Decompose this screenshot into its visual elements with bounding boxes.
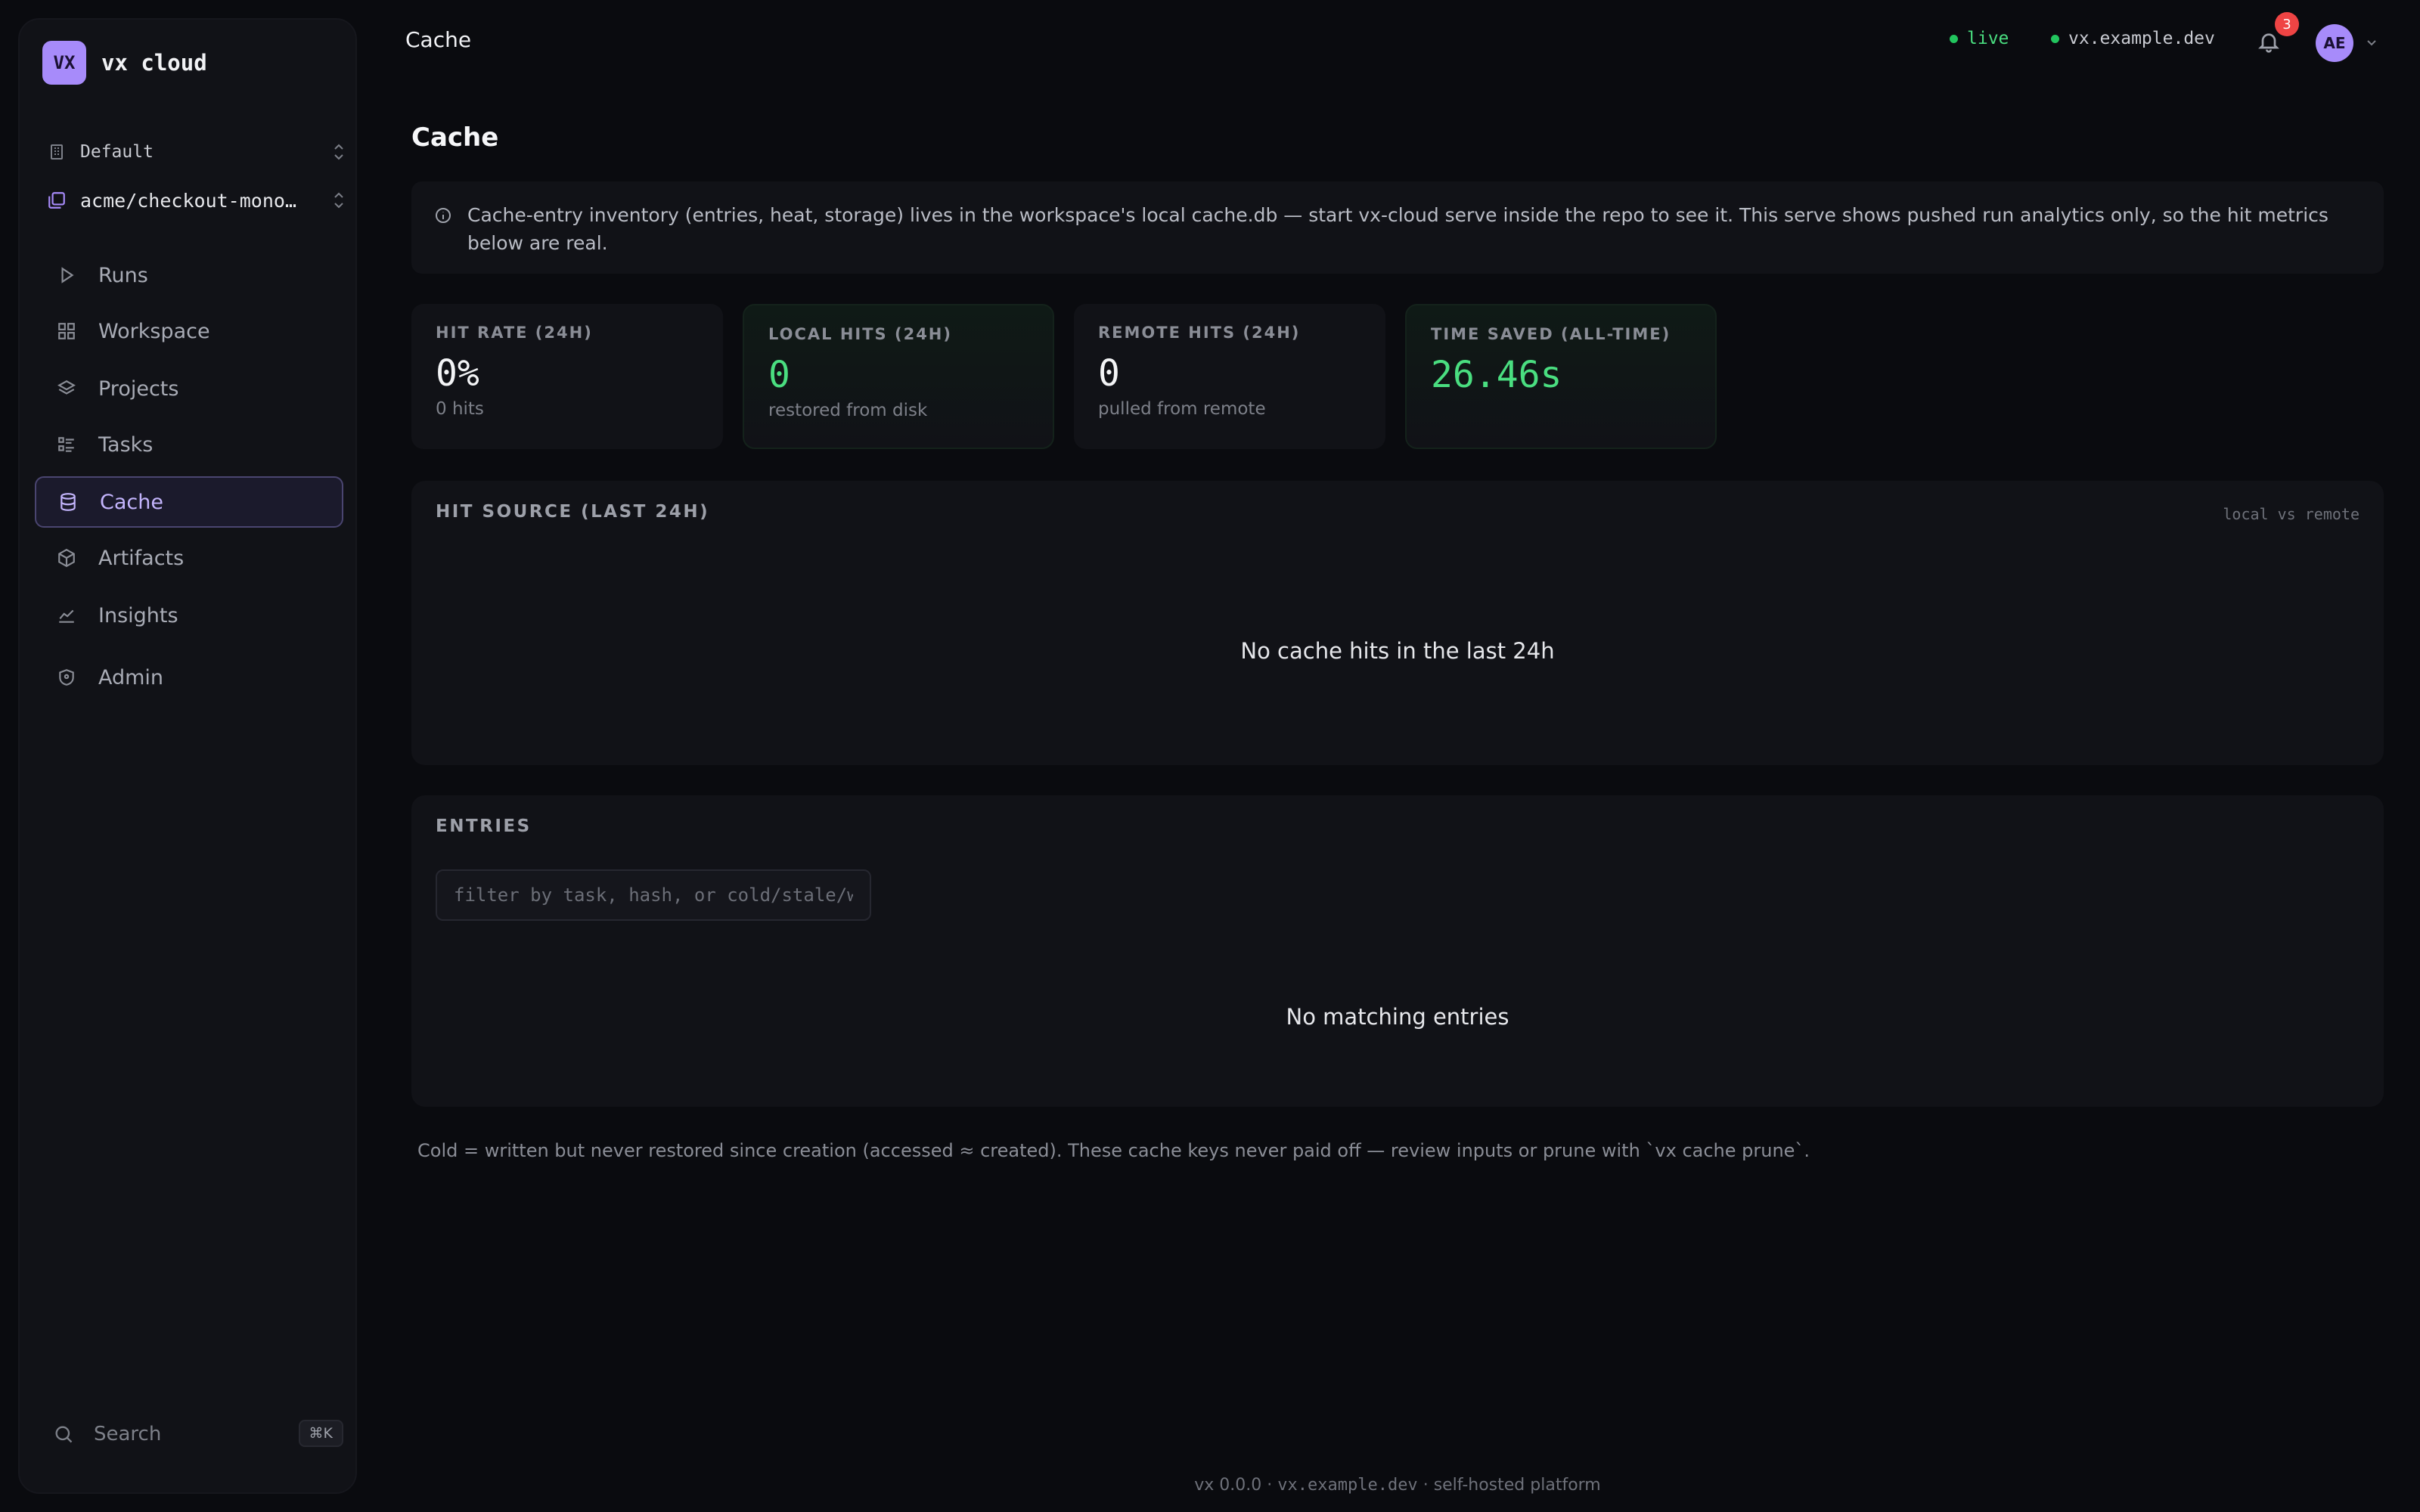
info-text: Cache-entry inventory (entries, heat, st… <box>467 204 2328 254</box>
stat-sub: restored from disk <box>768 401 928 420</box>
brand[interactable]: VX vx cloud <box>42 41 207 85</box>
empty-state: No cache hits in the last 24h <box>1240 638 1555 664</box>
stat-card-local-hits: LOCAL HITS (24H) 0 restored from disk <box>743 304 1054 449</box>
notification-badge: 3 <box>2275 12 2299 36</box>
footer: vx 0.0.0 · vx.example.dev · self-hosted … <box>0 1476 2420 1495</box>
sidebar-item-label: Runs <box>98 263 148 287</box>
host-dot <box>2051 34 2059 43</box>
repo-name: acme/checkout-monorepo <box>80 189 307 212</box>
bell-icon[interactable] <box>2257 29 2281 54</box>
stat-label: REMOTE HITS (24H) <box>1098 324 1301 342</box>
sidebar-item-workspace[interactable]: Workspace <box>35 305 343 357</box>
stat-card-time-saved: TIME SAVED (ALL-TIME) 26.46s <box>1405 304 1717 449</box>
chevron-updown-icon <box>331 142 346 165</box>
stat-label: TIME SAVED (ALL-TIME) <box>1431 325 1671 343</box>
sidebar-item-cache[interactable]: Cache <box>35 476 343 528</box>
topbar-title: Cache <box>405 27 472 52</box>
host-status[interactable]: vx.example.dev <box>2051 29 2215 48</box>
stat-sub: pulled from remote <box>1098 399 1266 419</box>
sidebar-search[interactable]: Search ⌘K <box>53 1415 343 1453</box>
entries-panel: ENTRIES No matching entries <box>411 795 2384 1107</box>
sidebar: VX vx cloud Default acme/checkout-monore… <box>18 18 357 1494</box>
footnote: Cold = written but never restored since … <box>417 1140 1810 1161</box>
sidebar-item-label: Cache <box>100 490 163 514</box>
sidebar-item-label: Tasks <box>98 432 154 457</box>
footer-host[interactable]: vx.example.dev <box>1277 1476 1417 1495</box>
live-dot <box>1950 34 1958 43</box>
empty-state: No matching entries <box>1286 1004 1509 1030</box>
brand-name: vx cloud <box>101 50 207 76</box>
avatar[interactable]: AE <box>2316 24 2353 62</box>
brand-logo: VX <box>42 41 86 85</box>
stat-card-hit-rate: HIT RATE (24H) 0% 0 hits <box>411 304 723 449</box>
building-icon <box>47 142 67 162</box>
layers-icon <box>54 376 79 401</box>
org-selector[interactable]: Default <box>47 133 346 171</box>
search-icon <box>53 1424 74 1445</box>
stat-label: HIT RATE (24H) <box>436 324 593 342</box>
stat-value: 26.46s <box>1431 354 1562 396</box>
sidebar-item-insights[interactable]: Insights <box>35 590 343 641</box>
shield-icon <box>54 665 79 689</box>
search-label: Search <box>94 1423 162 1445</box>
chart-icon <box>54 603 79 627</box>
database-icon <box>56 490 80 514</box>
stat-sub: 0 hits <box>436 399 484 419</box>
box-icon <box>54 546 79 570</box>
org-name: Default <box>80 142 154 162</box>
sidebar-item-tasks[interactable]: Tasks <box>35 419 343 470</box>
info-icon <box>434 204 452 232</box>
chevron-updown-icon <box>331 191 346 213</box>
repo-icon <box>47 191 67 210</box>
play-icon <box>54 263 79 287</box>
sidebar-item-label: Projects <box>98 376 179 401</box>
live-label: live <box>1967 29 2009 48</box>
sidebar-item-admin[interactable]: Admin <box>35 652 343 703</box>
sidebar-item-label: Artifacts <box>98 546 185 570</box>
info-banner: Cache-entry inventory (entries, heat, st… <box>411 181 2384 274</box>
chevron-down-icon[interactable] <box>2364 35 2379 53</box>
stat-value: 0 <box>1098 352 1120 395</box>
search-shortcut: ⌘K <box>298 1420 343 1447</box>
host-label: vx.example.dev <box>2068 29 2215 48</box>
live-status: live <box>1950 29 2009 48</box>
filter-input[interactable] <box>436 869 871 921</box>
panel-title: ENTRIES <box>436 816 532 836</box>
sidebar-item-runs[interactable]: Runs <box>35 249 343 301</box>
grid-icon <box>54 319 79 343</box>
hit-source-panel: HIT SOURCE (LAST 24H) local vs remote No… <box>411 481 2384 765</box>
sidebar-item-label: Insights <box>98 603 178 627</box>
stat-label: LOCAL HITS (24H) <box>768 325 952 343</box>
footer-version: vx 0.0.0 <box>1194 1476 1262 1495</box>
sidebar-item-label: Workspace <box>98 319 210 343</box>
stat-card-remote-hits: REMOTE HITS (24H) 0 pulled from remote <box>1074 304 1385 449</box>
stat-value: 0 <box>768 354 790 396</box>
panel-aside: local vs remote <box>2223 505 2360 523</box>
footer-sep: · <box>1423 1476 1434 1495</box>
sidebar-item-artifacts[interactable]: Artifacts <box>35 532 343 584</box>
repo-selector[interactable]: acme/checkout-monorepo <box>47 181 346 219</box>
footer-tagline: self-hosted platform <box>1433 1476 1601 1495</box>
sidebar-item-label: Admin <box>98 665 164 689</box>
list-icon <box>54 432 79 457</box>
panel-title: HIT SOURCE (LAST 24H) <box>436 502 710 522</box>
sidebar-item-projects[interactable]: Projects <box>35 363 343 414</box>
stat-value: 0% <box>436 352 479 395</box>
page-title: Cache <box>411 122 499 153</box>
footer-sep: · <box>1267 1476 1278 1495</box>
